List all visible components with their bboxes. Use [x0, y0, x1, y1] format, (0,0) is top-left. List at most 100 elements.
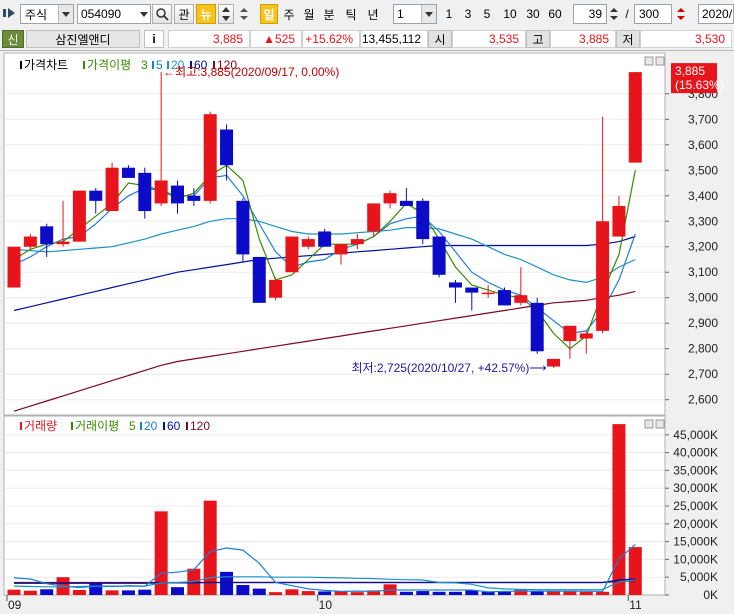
- volume-bar: [89, 582, 103, 595]
- volume-tick-label: 45,000K: [673, 428, 718, 442]
- volume-bar: [220, 571, 234, 595]
- high-price: 3,885: [550, 30, 616, 48]
- volume-bar: [121, 590, 135, 595]
- volume-bar: [40, 589, 54, 595]
- candle-body: [301, 239, 315, 247]
- volume-tick-label: 25,000K: [673, 499, 718, 513]
- favorite-button[interactable]: 관: [174, 4, 194, 24]
- news-button[interactable]: 뉴: [196, 4, 216, 24]
- volume-ma20-label: 20: [144, 419, 158, 433]
- volume-bar: [579, 591, 593, 595]
- candle-body: [121, 167, 135, 178]
- stock-code-value: 054090: [81, 7, 122, 21]
- change-percent: +15.62%: [302, 30, 360, 48]
- volume-tick-label: 30,000K: [673, 481, 718, 495]
- candle-body: [7, 246, 21, 288]
- candle-body: [334, 244, 348, 255]
- period-month[interactable]: 월: [300, 4, 318, 24]
- volume-bar: [514, 589, 528, 595]
- quick-count-1[interactable]: 1: [442, 4, 456, 24]
- volume-bar: [318, 591, 332, 595]
- multiplier-value: 1: [397, 7, 404, 21]
- price-change: ▲525: [250, 30, 302, 48]
- period-year[interactable]: 년: [364, 4, 382, 24]
- volume-bar: [285, 589, 299, 595]
- volume-bar: [105, 590, 119, 595]
- volume-panel-minimize-icon[interactable]: [644, 419, 654, 429]
- candle-body: [220, 129, 234, 166]
- period-minute[interactable]: 분: [320, 4, 338, 24]
- search-icon: [156, 8, 169, 21]
- candle-body: [105, 167, 119, 212]
- quick-count-3[interactable]: 3: [461, 4, 475, 24]
- price-tick-label: 2,900: [688, 316, 718, 330]
- volume-bar: [301, 591, 315, 595]
- bar-total-value: 300: [639, 7, 660, 21]
- chevron-down-icon[interactable]: [58, 5, 73, 23]
- quick-count-5[interactable]: 5: [480, 4, 494, 24]
- chevron-down-icon[interactable]: [421, 5, 436, 23]
- candle-body: [383, 193, 397, 204]
- volume-tick-label: 35,000K: [673, 463, 718, 477]
- candle-body: [628, 72, 642, 163]
- candle-body: [171, 185, 184, 204]
- search-button[interactable]: [152, 4, 172, 24]
- price-ma-label: 가격이평: [87, 58, 131, 72]
- candle-body: [416, 200, 430, 240]
- quick-count-30[interactable]: 30: [523, 4, 543, 24]
- volume-bar: [138, 589, 152, 595]
- price-tick-label: 3,000: [688, 291, 718, 305]
- candle-body: [203, 114, 217, 201]
- candle-body: [40, 226, 54, 245]
- price-tick-label: 3,200: [688, 240, 718, 254]
- high-annotation: ←최고:3,885(2020/09/17, 0.00%): [163, 65, 339, 79]
- market-select[interactable]: 주식: [20, 4, 74, 24]
- volume-chart-title: 거래량: [24, 419, 57, 433]
- quick-count-60[interactable]: 60: [545, 4, 565, 24]
- stock-chart[interactable]: 2,600 2,700 2,800 2,900 3,000 3,100 3,200 3,300…: [0, 52, 734, 614]
- date-tick-label: 11: [629, 598, 642, 612]
- volume-tick-label: 15,000K: [673, 535, 718, 549]
- price-tick-label: 3,400: [688, 189, 718, 203]
- volume-bar: [563, 591, 577, 595]
- candle-body: [465, 287, 479, 293]
- candle-body: [318, 231, 332, 247]
- date-value: 2020/: [702, 7, 733, 21]
- quick-count-10[interactable]: 10: [500, 4, 520, 24]
- stock-name[interactable]: 삼진엘앤디: [26, 30, 140, 48]
- period-tick[interactable]: 틱: [342, 4, 360, 24]
- candle-body: [399, 200, 413, 206]
- date-tick-label: 10: [319, 598, 333, 612]
- volume-tick-label: 0K: [703, 588, 718, 602]
- price-tick-label: 2,600: [688, 393, 718, 407]
- info-icon[interactable]: i: [144, 30, 164, 48]
- price-ma5-label: 5: [156, 58, 163, 72]
- bar-total-input[interactable]: 300: [634, 4, 672, 24]
- volume-bar: [416, 591, 430, 595]
- current-price: 3,885: [168, 30, 250, 48]
- panel-minimize-icon[interactable]: [644, 56, 654, 66]
- volume-panel-close-icon[interactable]: [655, 419, 665, 429]
- candle-body: [72, 190, 86, 242]
- period-week[interactable]: 주: [280, 4, 298, 24]
- multiplier-select[interactable]: 1: [393, 4, 437, 24]
- panel-close-icon[interactable]: [655, 56, 665, 66]
- bar-total-spinner[interactable]: [674, 4, 688, 24]
- updown-spinner[interactable]: [218, 4, 234, 24]
- stock-code-input[interactable]: 054090: [77, 4, 151, 24]
- dock-arrow-icon[interactable]: [2, 6, 18, 20]
- volume-bar: [432, 591, 446, 595]
- date-input[interactable]: 2020/: [698, 4, 734, 24]
- volume-bar: [612, 424, 626, 595]
- bar-count-value: 39: [588, 7, 602, 21]
- volume-tick-label: 40,000K: [673, 446, 718, 460]
- bar-count-input[interactable]: 39: [573, 4, 607, 24]
- volume-ma120-label: 120: [190, 419, 210, 433]
- period-day[interactable]: 일: [260, 4, 278, 24]
- bar-count-spinner[interactable]: [608, 4, 620, 24]
- volume-bar: [203, 500, 217, 595]
- chevron-down-icon[interactable]: [138, 11, 150, 17]
- price-tick-label: 3,300: [688, 214, 718, 228]
- scroll-arrows[interactable]: [237, 6, 251, 22]
- low-annotation: 최저:2,725(2020/10/27, +42.57%)⟶: [351, 361, 546, 375]
